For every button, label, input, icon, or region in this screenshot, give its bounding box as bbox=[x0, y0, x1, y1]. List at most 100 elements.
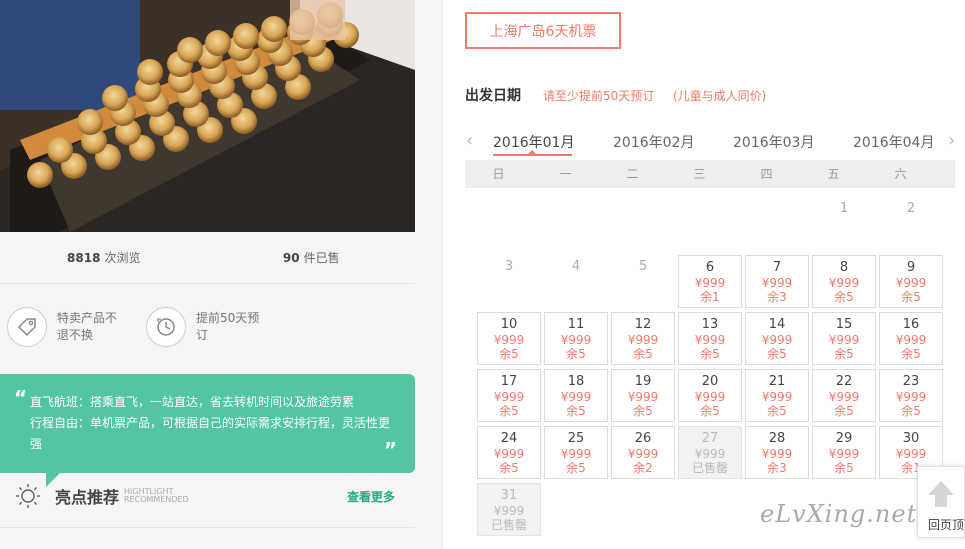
day-number: 13 bbox=[701, 317, 719, 332]
weekday-label: 四 bbox=[760, 167, 773, 181]
calendar-day[interactable]: 7 ¥999 余3 bbox=[745, 255, 809, 308]
day-number: 5 bbox=[638, 259, 648, 274]
clock-icon bbox=[146, 307, 186, 347]
month-tab[interactable]: 2016年01月 bbox=[493, 132, 574, 152]
calendar-day[interactable]: 22 ¥999 余5 bbox=[812, 369, 876, 422]
calendar-day[interactable]: 8 ¥999 余5 bbox=[812, 255, 876, 308]
day-number: 31 bbox=[500, 488, 518, 503]
day-number: 30 bbox=[902, 431, 920, 446]
watermark: eLvXing.net bbox=[760, 500, 918, 528]
views-label: 次浏览 bbox=[104, 251, 141, 265]
day-number: 6 bbox=[705, 260, 715, 275]
advance-booking-note: 请至少提前50天预订 bbox=[543, 89, 655, 103]
prev-month-arrow-icon[interactable]: ‹ bbox=[466, 130, 473, 151]
day-number: 27 bbox=[701, 431, 719, 446]
day-remaining: 余5 bbox=[633, 347, 653, 361]
day-price: ¥999 bbox=[761, 276, 793, 290]
calendar-day[interactable]: 26 ¥999 余2 bbox=[611, 426, 675, 479]
day-remaining: 已售罄 bbox=[691, 461, 728, 475]
day-number: 18 bbox=[567, 374, 585, 389]
calendar-day[interactable]: 15 ¥999 余5 bbox=[812, 312, 876, 365]
calendar-day-unavailable: 4 bbox=[544, 255, 608, 308]
calendar-day-soldout: 31 ¥999 已售罄 bbox=[477, 483, 541, 536]
day-remaining: 余5 bbox=[901, 290, 921, 304]
calendar-day[interactable]: 14 ¥999 余5 bbox=[745, 312, 809, 365]
highlight-subtitle-line2: RECOMMENDED bbox=[124, 495, 189, 504]
calendar-day[interactable]: 19 ¥999 余5 bbox=[611, 369, 675, 422]
day-remaining: 余5 bbox=[901, 404, 921, 418]
sold-label: 件已售 bbox=[303, 251, 340, 265]
product-info-panel: 8818 次浏览 90 件已售 特卖产品不退不换 提前50天预订 “ 直飞航班：… bbox=[0, 0, 443, 549]
highlight-subtitle: HIGHTLIGHT RECOMMENDED bbox=[124, 488, 189, 504]
product-stats: 8818 次浏览 90 件已售 bbox=[0, 232, 415, 284]
calendar-day[interactable]: 11 ¥999 余5 bbox=[544, 312, 608, 365]
day-number: 26 bbox=[634, 431, 652, 446]
up-arrow-icon bbox=[928, 481, 954, 507]
day-remaining: 余5 bbox=[700, 404, 720, 418]
sun-icon bbox=[15, 483, 41, 513]
sold-stat: 90 件已售 bbox=[208, 232, 416, 283]
food-ball bbox=[27, 162, 53, 188]
day-number: 3 bbox=[504, 259, 514, 274]
calendar-day[interactable]: 21 ¥999 余5 bbox=[745, 369, 809, 422]
quote-line: 行程自由：单机票产品，可根据自己的实际需求安排行程，灵活性更强 bbox=[30, 416, 391, 451]
calendar-day[interactable]: 10 ¥999 余5 bbox=[477, 312, 541, 365]
day-number: 10 bbox=[500, 317, 518, 332]
day-remaining: 余5 bbox=[834, 290, 854, 304]
calendar-day[interactable]: 24 ¥999 余5 bbox=[477, 426, 541, 479]
child-price-note: (儿童与成人同价) bbox=[673, 89, 767, 103]
day-number: 28 bbox=[768, 431, 786, 446]
day-remaining: 余5 bbox=[834, 461, 854, 475]
feature-text: 提前50天预订 bbox=[196, 311, 260, 342]
active-month-indicator bbox=[493, 154, 572, 156]
departure-title: 出发日期 bbox=[465, 88, 521, 104]
day-remaining: 余5 bbox=[633, 404, 653, 418]
day-number: 23 bbox=[902, 374, 920, 389]
view-more-link[interactable]: 查看更多 bbox=[347, 488, 395, 505]
day-remaining: 余5 bbox=[767, 404, 787, 418]
day-price: ¥999 bbox=[828, 390, 860, 404]
month-tab[interactable]: 2016年02月 bbox=[613, 132, 694, 152]
month-tab[interactable]: 2016年04月 bbox=[853, 132, 934, 152]
calendar-day[interactable]: 13 ¥999 余5 bbox=[678, 312, 742, 365]
calendar-day-soldout: 27 ¥999 已售罄 bbox=[678, 426, 742, 479]
calendar-day[interactable]: 20 ¥999 余5 bbox=[678, 369, 742, 422]
calendar-day[interactable]: 17 ¥999 余5 bbox=[477, 369, 541, 422]
weekday-label: 二 bbox=[626, 167, 639, 181]
day-remaining: 余3 bbox=[767, 290, 787, 304]
food-ball bbox=[233, 23, 259, 49]
day-price: ¥999 bbox=[694, 447, 726, 461]
calendar-day[interactable]: 6 ¥999 余1 bbox=[678, 255, 742, 308]
calendar-day-unavailable: 5 bbox=[611, 255, 675, 308]
day-remaining: 余2 bbox=[633, 461, 653, 475]
weekday-label: 日 bbox=[492, 167, 505, 181]
product-title-tag[interactable]: 上海广岛6天机票 bbox=[465, 12, 621, 49]
day-remaining: 余5 bbox=[834, 404, 854, 418]
day-number: 29 bbox=[835, 431, 853, 446]
day-price: ¥999 bbox=[895, 333, 927, 347]
food-ball bbox=[205, 30, 231, 56]
day-price: ¥999 bbox=[694, 390, 726, 404]
calendar-day[interactable]: 12 ¥999 余5 bbox=[611, 312, 675, 365]
next-month-arrow-icon[interactable]: › bbox=[948, 130, 955, 151]
day-number: 22 bbox=[835, 374, 853, 389]
month-tab[interactable]: 2016年03月 bbox=[733, 132, 814, 152]
views-stat: 8818 次浏览 bbox=[0, 232, 208, 283]
weekday-label: 三 bbox=[693, 167, 706, 181]
calendar-day[interactable]: 23 ¥999 余5 bbox=[879, 369, 943, 422]
calendar-day[interactable]: 9 ¥999 余5 bbox=[879, 255, 943, 308]
day-price: ¥999 bbox=[493, 333, 525, 347]
back-to-top-button[interactable]: 回页顶 bbox=[917, 466, 965, 538]
day-price: ¥999 bbox=[627, 333, 659, 347]
quote-open-icon: “ bbox=[14, 386, 28, 410]
feature-advance-booking: 提前50天预订 bbox=[146, 307, 266, 347]
day-price: ¥999 bbox=[493, 504, 525, 518]
calendar-day[interactable]: 29 ¥999 余5 bbox=[812, 426, 876, 479]
calendar-day[interactable]: 28 ¥999 余3 bbox=[745, 426, 809, 479]
calendar-day[interactable]: 18 ¥999 余5 bbox=[544, 369, 608, 422]
calendar-day[interactable]: 16 ¥999 余5 bbox=[879, 312, 943, 365]
day-number: 4 bbox=[571, 259, 581, 274]
highlight-title: 亮点推荐 bbox=[55, 488, 120, 507]
calendar-day[interactable]: 25 ¥999 余5 bbox=[544, 426, 608, 479]
day-remaining: 余5 bbox=[566, 404, 586, 418]
